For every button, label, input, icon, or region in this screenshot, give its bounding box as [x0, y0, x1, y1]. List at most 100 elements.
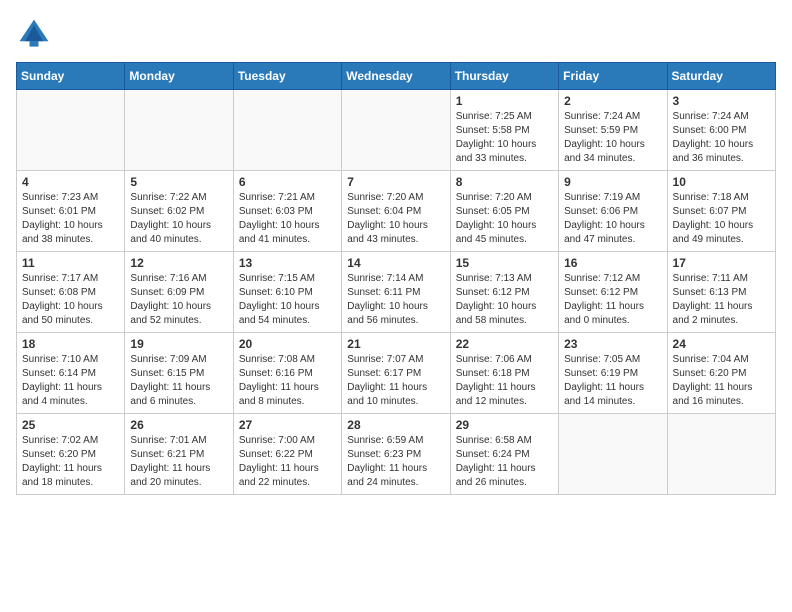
day-info: Sunrise: 7:07 AM Sunset: 6:17 PM Dayligh… — [347, 353, 444, 409]
day-info: Sunrise: 7:02 AM Sunset: 6:20 PM Dayligh… — [22, 434, 119, 490]
weekday-header-row: SundayMondayTuesdayWednesdayThursdayFrid… — [17, 63, 776, 90]
week-row-4: 18Sunrise: 7:10 AM Sunset: 6:14 PM Dayli… — [17, 333, 776, 414]
calendar-cell — [17, 90, 125, 171]
weekday-header-wednesday: Wednesday — [342, 63, 450, 90]
day-info: Sunrise: 7:25 AM Sunset: 5:58 PM Dayligh… — [456, 110, 553, 166]
day-info: Sunrise: 7:16 AM Sunset: 6:09 PM Dayligh… — [130, 272, 227, 328]
calendar-cell: 17 Sunrise: 7:11 AM Sunset: 6:13 PM Dayli… — [667, 252, 775, 333]
calendar-cell: 3 Sunrise: 7:24 AM Sunset: 6:00 PM Daylig… — [667, 90, 775, 171]
week-row-3: 11 Sunrise: 7:17 AM Sunset: 6:08 PM Dayli… — [17, 252, 776, 333]
calendar-cell: 1 Sunrise: 7:25 AM Sunset: 5:58 PM Daylig… — [450, 90, 558, 171]
calendar-cell — [667, 414, 775, 495]
day-info: Sunrise: 7:23 AM Sunset: 6:01 PM Dayligh… — [22, 191, 119, 247]
day-info: Sunrise: 6:59 AM Sunset: 6:23 PM Dayligh… — [347, 434, 444, 490]
calendar-cell: 29 Sunrise: 6:58 AM Sunset: 6:24 PM Dayli… — [450, 414, 558, 495]
day-info: Sunrise: 7:11 AM Sunset: 6:13 PM Dayligh… — [673, 272, 770, 328]
day-number: 3 — [673, 94, 770, 108]
day-number: 15 — [456, 256, 553, 270]
day-number: 26 — [130, 418, 227, 432]
calendar-cell: 19Sunrise: 7:09 AM Sunset: 6:15 PM Dayli… — [125, 333, 233, 414]
weekday-header-thursday: Thursday — [450, 63, 558, 90]
day-number: 9 — [564, 175, 661, 189]
day-number: 1 — [456, 94, 553, 108]
calendar-cell: 7 Sunrise: 7:20 AM Sunset: 6:04 PM Daylig… — [342, 171, 450, 252]
day-info: Sunrise: 7:05 AM Sunset: 6:19 PM Dayligh… — [564, 353, 661, 409]
day-number: 8 — [456, 175, 553, 189]
calendar-cell: 4 Sunrise: 7:23 AM Sunset: 6:01 PM Daylig… — [17, 171, 125, 252]
day-number: 7 — [347, 175, 444, 189]
day-info: Sunrise: 7:21 AM Sunset: 6:03 PM Dayligh… — [239, 191, 336, 247]
calendar-cell — [125, 90, 233, 171]
calendar-cell: 18Sunrise: 7:10 AM Sunset: 6:14 PM Dayli… — [17, 333, 125, 414]
calendar-cell: 8 Sunrise: 7:20 AM Sunset: 6:05 PM Daylig… — [450, 171, 558, 252]
week-row-2: 4 Sunrise: 7:23 AM Sunset: 6:01 PM Daylig… — [17, 171, 776, 252]
calendar-cell: 12 Sunrise: 7:16 AM Sunset: 6:09 PM Dayli… — [125, 252, 233, 333]
calendar-cell: 20 Sunrise: 7:08 AM Sunset: 6:16 PM Dayli… — [233, 333, 341, 414]
day-number: 4 — [22, 175, 119, 189]
day-number: 27 — [239, 418, 336, 432]
calendar-cell: 9 Sunrise: 7:19 AM Sunset: 6:06 PM Daylig… — [559, 171, 667, 252]
weekday-header-saturday: Saturday — [667, 63, 775, 90]
day-info: Sunrise: 7:14 AM Sunset: 6:11 PM Dayligh… — [347, 272, 444, 328]
day-info: Sunrise: 7:24 AM Sunset: 5:59 PM Dayligh… — [564, 110, 661, 166]
day-info: Sunrise: 7:08 AM Sunset: 6:16 PM Dayligh… — [239, 353, 336, 409]
calendar-cell — [233, 90, 341, 171]
week-row-5: 25Sunrise: 7:02 AM Sunset: 6:20 PM Dayli… — [17, 414, 776, 495]
day-number: 11 — [22, 256, 119, 270]
page-header — [16, 16, 776, 52]
day-number: 20 — [239, 337, 336, 351]
calendar-cell: 21Sunrise: 7:07 AM Sunset: 6:17 PM Dayli… — [342, 333, 450, 414]
day-number: 13 — [239, 256, 336, 270]
day-number: 12 — [130, 256, 227, 270]
day-info: Sunrise: 6:58 AM Sunset: 6:24 PM Dayligh… — [456, 434, 553, 490]
day-info: Sunrise: 7:06 AM Sunset: 6:18 PM Dayligh… — [456, 353, 553, 409]
day-info: Sunrise: 7:15 AM Sunset: 6:10 PM Dayligh… — [239, 272, 336, 328]
day-number: 22 — [456, 337, 553, 351]
weekday-header-tuesday: Tuesday — [233, 63, 341, 90]
day-info: Sunrise: 7:13 AM Sunset: 6:12 PM Dayligh… — [456, 272, 553, 328]
day-info: Sunrise: 7:24 AM Sunset: 6:00 PM Dayligh… — [673, 110, 770, 166]
calendar-cell: 5Sunrise: 7:22 AM Sunset: 6:02 PM Daylig… — [125, 171, 233, 252]
day-number: 17 — [673, 256, 770, 270]
day-number: 14 — [347, 256, 444, 270]
day-number: 29 — [456, 418, 553, 432]
day-number: 2 — [564, 94, 661, 108]
calendar-cell: 26 Sunrise: 7:01 AM Sunset: 6:21 PM Dayli… — [125, 414, 233, 495]
calendar-cell: 23 Sunrise: 7:05 AM Sunset: 6:19 PM Dayli… — [559, 333, 667, 414]
day-number: 24 — [673, 337, 770, 351]
weekday-header-friday: Friday — [559, 63, 667, 90]
day-info: Sunrise: 7:12 AM Sunset: 6:12 PM Dayligh… — [564, 272, 661, 328]
calendar-cell: 13 Sunrise: 7:15 AM Sunset: 6:10 PM Dayli… — [233, 252, 341, 333]
day-number: 10 — [673, 175, 770, 189]
day-info: Sunrise: 7:18 AM Sunset: 6:07 PM Dayligh… — [673, 191, 770, 247]
day-info: Sunrise: 7:20 AM Sunset: 6:04 PM Dayligh… — [347, 191, 444, 247]
calendar-cell: 6Sunrise: 7:21 AM Sunset: 6:03 PM Daylig… — [233, 171, 341, 252]
day-number: 23 — [564, 337, 661, 351]
day-info: Sunrise: 7:17 AM Sunset: 6:08 PM Dayligh… — [22, 272, 119, 328]
calendar-cell: 14 Sunrise: 7:14 AM Sunset: 6:11 PM Dayli… — [342, 252, 450, 333]
calendar-cell — [559, 414, 667, 495]
day-info: Sunrise: 7:00 AM Sunset: 6:22 PM Dayligh… — [239, 434, 336, 490]
weekday-header-sunday: Sunday — [17, 63, 125, 90]
logo — [16, 16, 56, 52]
calendar-cell: 10 Sunrise: 7:18 AM Sunset: 6:07 PM Dayli… — [667, 171, 775, 252]
day-number: 28 — [347, 418, 444, 432]
calendar-cell: 25Sunrise: 7:02 AM Sunset: 6:20 PM Dayli… — [17, 414, 125, 495]
day-info: Sunrise: 7:22 AM Sunset: 6:02 PM Dayligh… — [130, 191, 227, 247]
calendar-cell: 16 Sunrise: 7:12 AM Sunset: 6:12 PM Dayli… — [559, 252, 667, 333]
calendar-cell: 27 Sunrise: 7:00 AM Sunset: 6:22 PM Dayli… — [233, 414, 341, 495]
day-info: Sunrise: 7:01 AM Sunset: 6:21 PM Dayligh… — [130, 434, 227, 490]
calendar-cell: 2 Sunrise: 7:24 AM Sunset: 5:59 PM Daylig… — [559, 90, 667, 171]
weekday-header-monday: Monday — [125, 63, 233, 90]
day-info: Sunrise: 7:19 AM Sunset: 6:06 PM Dayligh… — [564, 191, 661, 247]
calendar-cell: 22 Sunrise: 7:06 AM Sunset: 6:18 PM Dayli… — [450, 333, 558, 414]
calendar-cell — [342, 90, 450, 171]
day-info: Sunrise: 7:09 AM Sunset: 6:15 PM Dayligh… — [130, 353, 227, 409]
logo-icon — [16, 16, 52, 52]
day-number: 16 — [564, 256, 661, 270]
calendar-cell: 11 Sunrise: 7:17 AM Sunset: 6:08 PM Dayli… — [17, 252, 125, 333]
calendar-cell: 15 Sunrise: 7:13 AM Sunset: 6:12 PM Dayli… — [450, 252, 558, 333]
day-info: Sunrise: 7:20 AM Sunset: 6:05 PM Dayligh… — [456, 191, 553, 247]
calendar-table: SundayMondayTuesdayWednesdayThursdayFrid… — [16, 62, 776, 495]
calendar-cell: 28 Sunrise: 6:59 AM Sunset: 6:23 PM Dayli… — [342, 414, 450, 495]
